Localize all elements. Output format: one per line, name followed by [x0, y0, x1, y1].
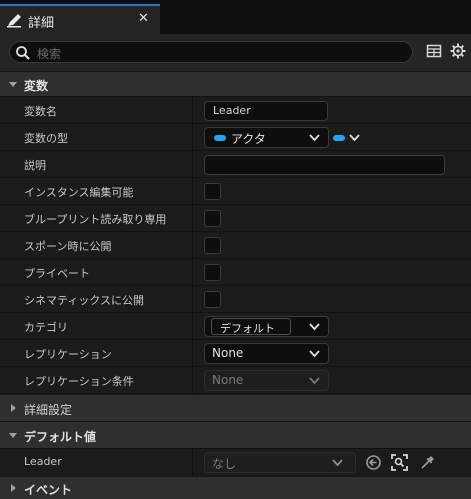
- column-divider[interactable]: [192, 232, 193, 259]
- eyedropper-icon[interactable]: [419, 454, 436, 471]
- row-blueprint-readonly: ブループリント読み取り専用: [0, 204, 471, 232]
- chevron-down-icon: [349, 134, 360, 142]
- row-category: カテゴリ デフォルト: [0, 312, 471, 340]
- row-label: ブループリント読み取り専用: [24, 213, 167, 226]
- row-private: プライベート: [0, 258, 471, 286]
- type-color-pill: [214, 135, 226, 141]
- column-divider[interactable]: [192, 286, 193, 313]
- chevron-down-icon: [309, 377, 320, 385]
- column-divider[interactable]: [192, 313, 193, 340]
- variable-type-value: アクタ: [231, 132, 266, 146]
- category-value: デフォルト: [220, 322, 275, 335]
- leader-default-dropdown[interactable]: なし: [204, 452, 356, 473]
- row-replication: レプリケーション None: [0, 339, 471, 367]
- section-events[interactable]: イベント: [0, 476, 471, 499]
- row-label: プライベート: [24, 267, 90, 280]
- row-label: 説明: [24, 159, 46, 172]
- section-title: イベント: [24, 483, 73, 497]
- variable-name-field[interactable]: Leader: [204, 101, 328, 121]
- section-title: 詳細設定: [24, 403, 73, 417]
- row-expose-on-spawn: スポーン時に公開: [0, 231, 471, 259]
- row-label: 変数名: [24, 105, 57, 118]
- row-label: 変数の型: [24, 132, 68, 145]
- expose-cinematics-checkbox[interactable]: [204, 291, 221, 308]
- column-divider[interactable]: [192, 367, 193, 394]
- row-description: 説明: [0, 150, 471, 178]
- gear-icon[interactable]: [450, 43, 466, 59]
- row-label: レプリケーション条件: [24, 375, 134, 388]
- caret-right-icon: [11, 404, 16, 412]
- variable-type-dropdown[interactable]: アクタ: [204, 127, 329, 148]
- private-checkbox[interactable]: [204, 264, 221, 281]
- blueprint-readonly-checkbox[interactable]: [204, 210, 221, 227]
- container-type-pill: [333, 135, 345, 141]
- grid-icon[interactable]: [426, 43, 442, 59]
- browse-icon[interactable]: [391, 454, 408, 471]
- details-toolbar: 検索: [0, 34, 471, 71]
- column-divider[interactable]: [192, 124, 193, 151]
- search-input[interactable]: 検索: [9, 41, 413, 63]
- replication-dropdown[interactable]: None: [204, 343, 329, 364]
- row-label: スポーン時に公開: [24, 240, 112, 253]
- pencil-icon: [7, 14, 21, 28]
- section-variables[interactable]: 変数: [0, 71, 471, 96]
- description-field[interactable]: [204, 155, 445, 175]
- row-label: レプリケーション: [24, 348, 112, 361]
- category-combo[interactable]: デフォルト: [204, 316, 329, 337]
- replication-value: None: [212, 346, 244, 360]
- caret-right-icon: [11, 484, 16, 492]
- row-label: インスタンス編集可能: [24, 186, 134, 199]
- row-leader-default: Leader なし: [0, 448, 471, 477]
- instance-editable-checkbox[interactable]: [204, 183, 221, 200]
- search-placeholder: 検索: [37, 47, 62, 61]
- chevron-down-icon: [309, 134, 320, 142]
- section-title: デフォルト値: [24, 430, 97, 444]
- leader-default-value: なし: [212, 457, 237, 471]
- column-divider[interactable]: [192, 178, 193, 205]
- search-icon: [16, 46, 30, 60]
- column-divider[interactable]: [192, 97, 193, 124]
- row-label: カテゴリ: [24, 321, 68, 334]
- expose-on-spawn-checkbox[interactable]: [204, 237, 221, 254]
- close-icon[interactable]: ✕: [138, 11, 149, 26]
- chevron-down-icon: [309, 323, 320, 331]
- chevron-down-icon: [309, 350, 320, 358]
- tab-strip: 詳細 ✕: [0, 0, 471, 34]
- replication-condition-dropdown[interactable]: None: [204, 370, 329, 391]
- section-advanced[interactable]: 詳細設定: [0, 394, 471, 421]
- row-instance-editable: インスタンス編集可能: [0, 177, 471, 205]
- row-expose-cinematics: シネマティックスに公開: [0, 285, 471, 313]
- caret-down-icon: [9, 433, 17, 438]
- container-type-dropdown[interactable]: [333, 130, 363, 146]
- section-title: 変数: [24, 79, 49, 93]
- use-selected-icon[interactable]: [365, 454, 382, 471]
- column-divider[interactable]: [192, 340, 193, 367]
- tab-title: 詳細: [28, 16, 55, 31]
- row-replication-condition: レプリケーション条件 None: [0, 366, 471, 394]
- category-text-field[interactable]: デフォルト: [211, 318, 291, 335]
- caret-down-icon: [9, 82, 17, 87]
- column-divider[interactable]: [192, 151, 193, 178]
- chevron-down-icon: [332, 459, 343, 467]
- variable-name-value: Leader: [213, 104, 251, 117]
- row-label: シネマティックスに公開: [24, 294, 145, 307]
- row-variable-name: 変数名 Leader: [0, 96, 471, 124]
- tab-details[interactable]: 詳細 ✕: [0, 4, 160, 34]
- row-label: Leader: [24, 455, 62, 468]
- section-default-value[interactable]: デフォルト値: [0, 421, 471, 448]
- column-divider[interactable]: [192, 449, 193, 477]
- row-variable-type: 変数の型 アクタ: [0, 123, 471, 151]
- column-divider[interactable]: [192, 205, 193, 232]
- replication-condition-value: None: [212, 373, 244, 387]
- column-divider[interactable]: [192, 259, 193, 286]
